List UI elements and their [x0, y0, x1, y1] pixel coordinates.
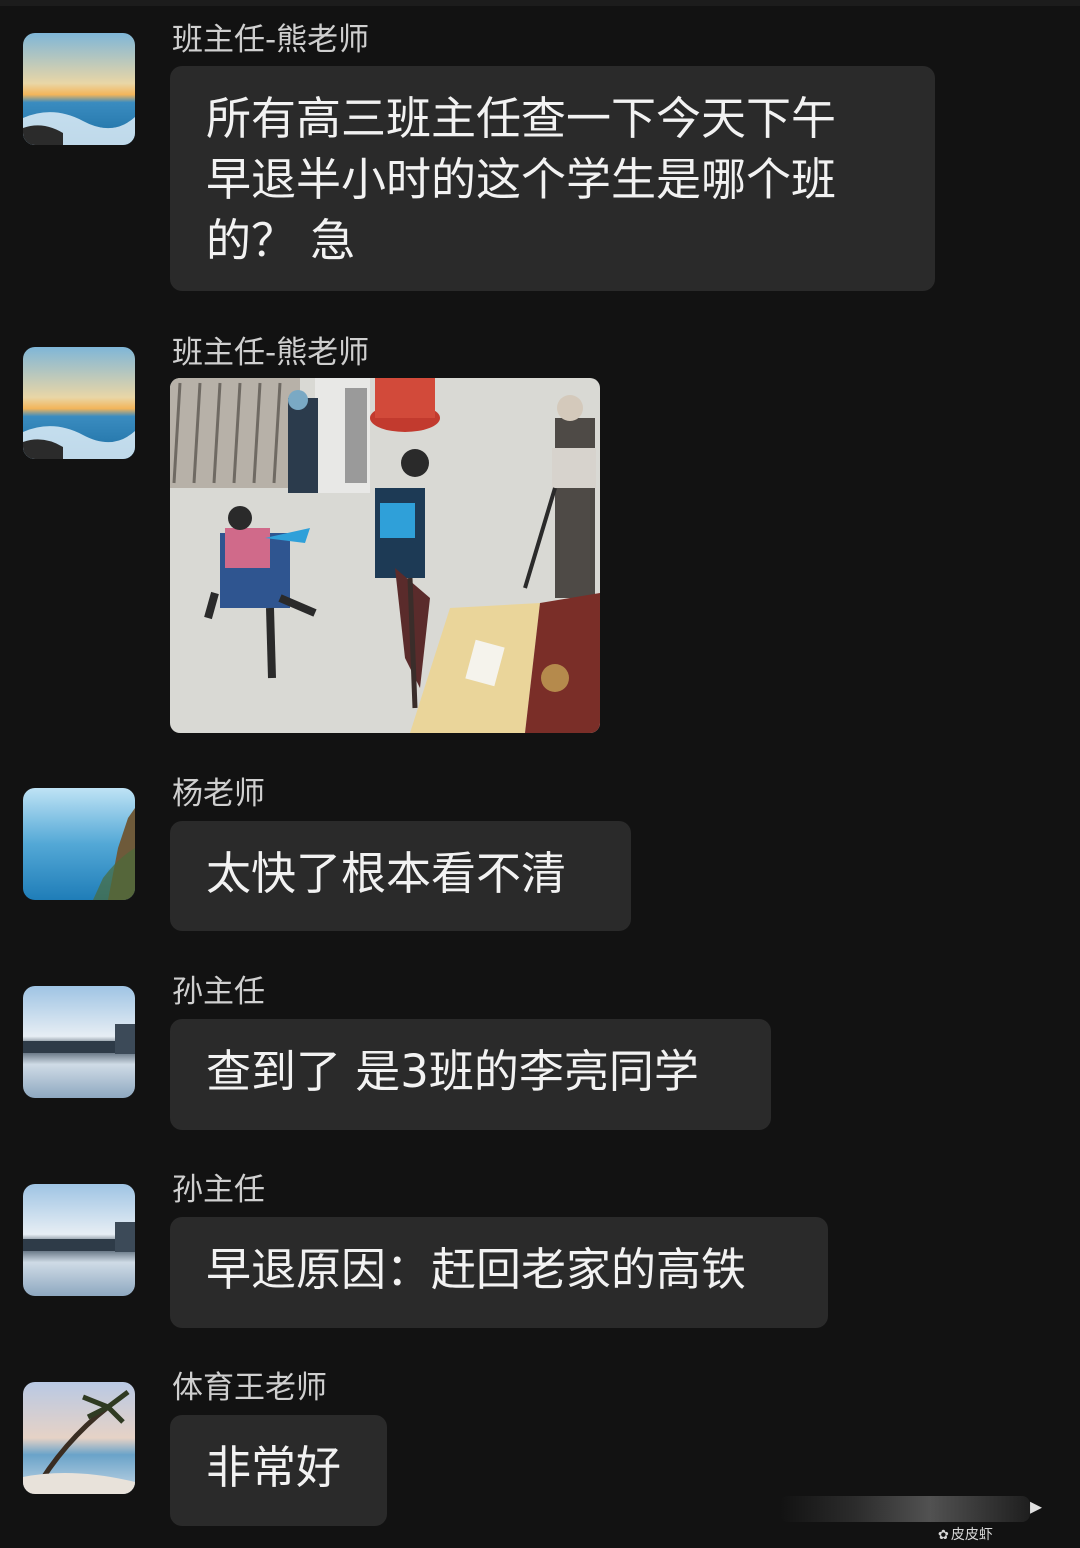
- sea-sunset-avatar[interactable]: [23, 33, 135, 145]
- watermark-glyph-icon: ▸: [1030, 1492, 1043, 1520]
- message-bubble[interactable]: 非常好: [170, 1415, 387, 1526]
- surveillance-photo[interactable]: [170, 378, 600, 733]
- sea-sunset-avatar[interactable]: [23, 347, 135, 459]
- watermark-text: 皮皮虾: [950, 1527, 993, 1543]
- lake-city-avatar[interactable]: [23, 986, 135, 1098]
- message-bubble[interactable]: 所有高三班主任查一下今天下午 早退半小时的这个学生是哪个班 的？ 急: [170, 66, 935, 291]
- message-text-line: 太快了根本看不清: [206, 847, 567, 900]
- sender-name: 杨老师: [172, 776, 265, 812]
- message-text-line: 查到了 是3班的李亮同学: [206, 1045, 699, 1098]
- message-text-line: 的？ 急: [206, 214, 356, 267]
- message-bubble[interactable]: 查到了 是3班的李亮同学: [170, 1019, 771, 1130]
- message-bubble[interactable]: 早退原因：赶回老家的高铁: [170, 1217, 828, 1328]
- sender-name: 体育王老师: [172, 1370, 327, 1406]
- top-bar: [0, 0, 1080, 6]
- watermark: ✿ 皮皮虾: [938, 1524, 993, 1544]
- message-text-line: 所有高三班主任查一下今天下午: [206, 92, 837, 145]
- paw-icon: ✿: [938, 1528, 949, 1543]
- message-text-line: 非常好: [206, 1441, 342, 1494]
- sender-name: 班主任-熊老师: [172, 335, 370, 371]
- message-text-line: 早退原因：赶回老家的高铁: [206, 1243, 747, 1296]
- message-text-line: 早退半小时的这个学生是哪个班: [206, 153, 837, 206]
- lake-city-avatar[interactable]: [23, 1184, 135, 1296]
- palm-beach-avatar[interactable]: [23, 1382, 135, 1494]
- sender-name: 孙主任: [172, 1172, 265, 1208]
- sender-name: 班主任-熊老师: [172, 22, 370, 58]
- sender-name: 孙主任: [172, 974, 265, 1010]
- message-bubble[interactable]: 太快了根本看不清: [170, 821, 631, 931]
- blue-sea-cliff-avatar[interactable]: [23, 788, 135, 900]
- blurred-overlay: [780, 1496, 1030, 1522]
